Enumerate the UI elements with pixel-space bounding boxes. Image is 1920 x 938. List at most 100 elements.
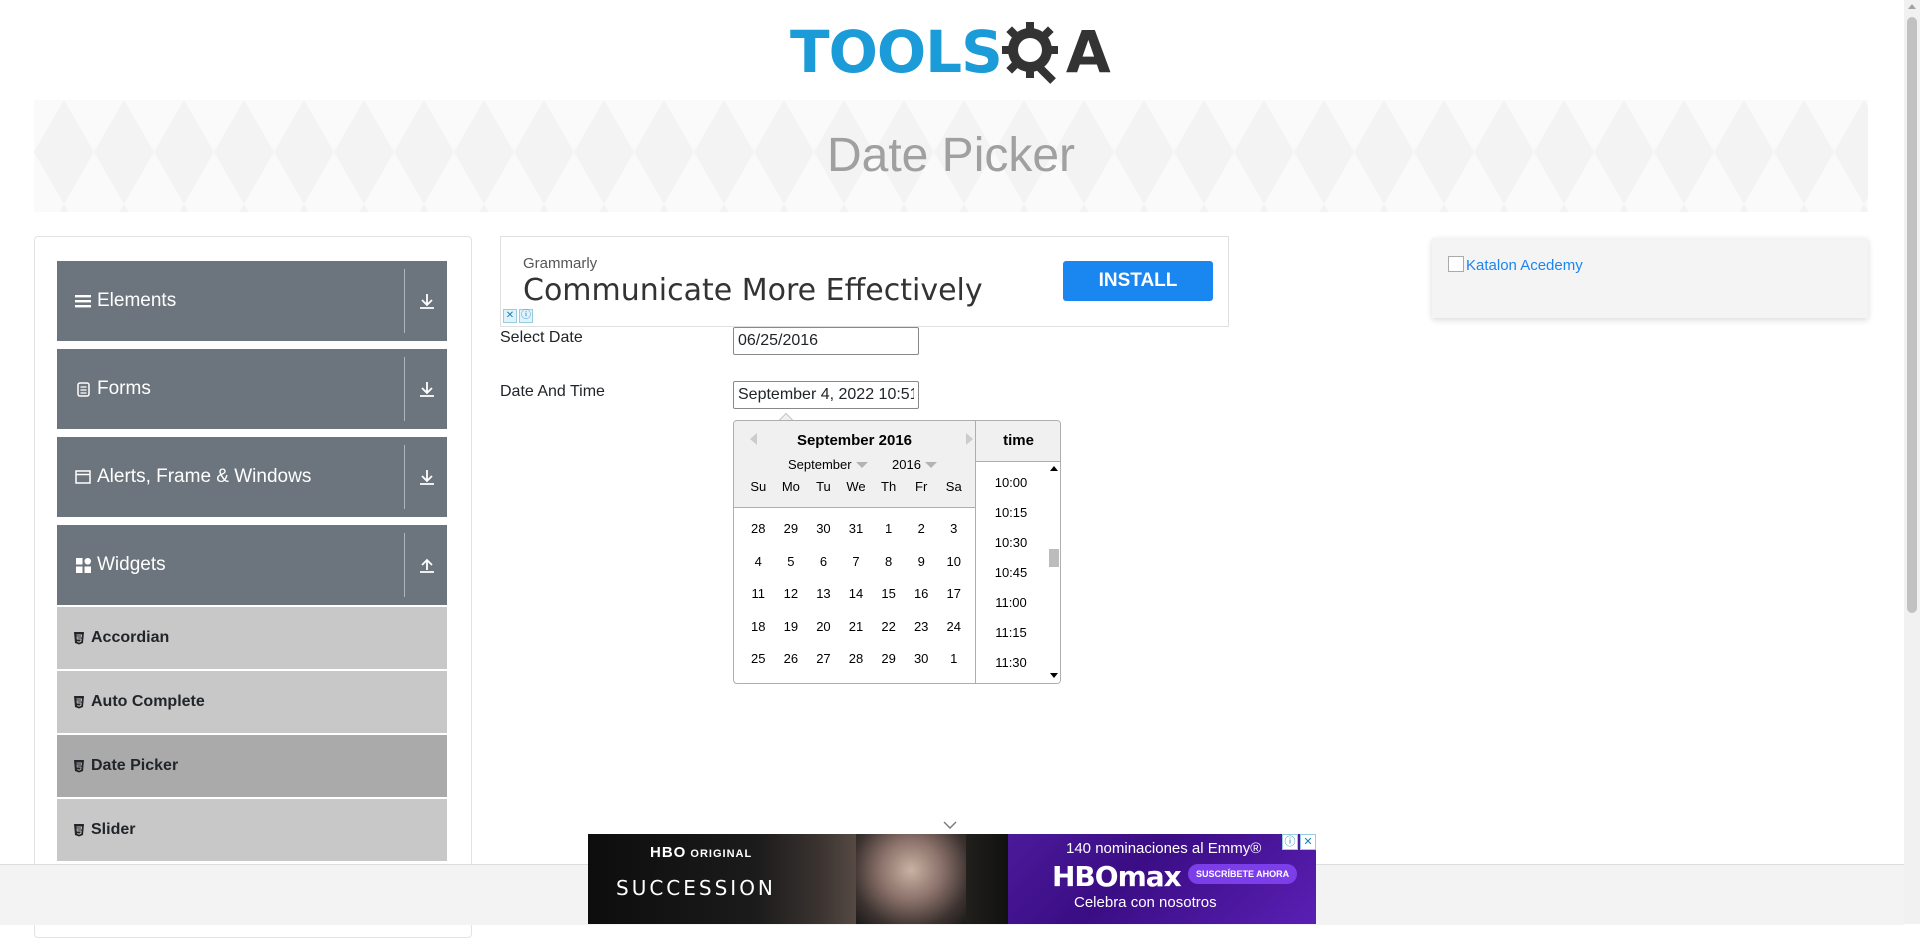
chevron-down-icon [855,462,868,468]
time-option[interactable]: 10:45 [976,565,1046,580]
scroll-up-icon[interactable] [1050,466,1058,471]
time-option[interactable]: 11:15 [976,625,1046,640]
calendar-day[interactable]: 8 [872,554,905,569]
calendar-day[interactable]: 26 [775,651,808,666]
calendar-day[interactable]: 1 [937,651,970,666]
download-arrow-icon[interactable] [415,289,439,313]
date-time-picker-popup: September 2016 September 2016 Su Mo Tu W… [733,420,1061,684]
logo-a-text: A [1065,18,1111,86]
sidebar: Elements Forms Alerts, Frame & Windows W… [34,236,472,938]
logo-qa: A [1001,18,1111,86]
ad-succession-panel: HBO ORIGINAL SUCCESSION [588,834,1008,924]
day-name: Fr [915,479,928,494]
katalon-ad-alt: Katalon Acedemy [1466,257,1583,274]
sidebar-group-alerts[interactable]: Alerts, Frame & Windows [57,437,447,517]
widgets-icon [75,557,91,573]
month-select-value: September [788,457,852,472]
download-arrow-icon[interactable] [415,465,439,489]
calendar-day[interactable]: 21 [840,619,873,634]
calendar-day[interactable]: 28 [742,521,775,536]
select-date-input[interactable] [733,327,919,355]
calendar-day[interactable]: 29 [775,521,808,536]
ad-close-icon[interactable]: ✕ [503,309,517,323]
katalon-ad: Katalon Acedemy [1432,238,1868,318]
calendar-day[interactable]: 5 [775,554,808,569]
next-month-icon[interactable] [966,433,973,445]
calendar-day[interactable]: 29 [872,651,905,666]
sidebar-item-slider[interactable]: Slider [57,799,447,863]
calendar-day[interactable]: 13 [807,586,840,601]
day-name: Tu [816,479,831,494]
install-button[interactable]: INSTALL [1063,261,1213,301]
calendar-day[interactable]: 23 [905,619,938,634]
time-option[interactable]: 10:00 [976,475,1046,490]
calendar-day[interactable]: 25 [742,651,775,666]
sidebar-item-date-picker[interactable]: Date Picker [57,735,447,799]
ad-close-icon[interactable]: ✕ [1300,834,1316,850]
hbo-max-ad[interactable]: HBO ORIGINAL SUCCESSION 140 nominaciones… [588,834,1316,924]
grammarly-ad[interactable]: Grammarly Communicate More Effectively I… [500,236,1229,327]
sidebar-group-widgets[interactable]: Widgets [57,525,447,605]
calendar-day[interactable]: 1 [872,521,905,536]
calendar-day[interactable]: 30 [807,521,840,536]
calendar-day[interactable]: 4 [742,554,775,569]
calendar-day[interactable]: 3 [937,521,970,536]
sidebar-item-accordian[interactable]: Accordian [57,607,447,671]
calendar-day[interactable]: 20 [807,619,840,634]
time-list: time 10:00 10:15 10:30 10:45 11:00 11:15… [975,421,1060,683]
group-divider [404,357,405,421]
calendar-day[interactable]: 10 [937,554,970,569]
download-arrow-icon[interactable] [415,377,439,401]
html5-icon [73,631,85,645]
calendar-day[interactable]: 24 [937,619,970,634]
calendar-day[interactable]: 16 [905,586,938,601]
ad-info-icon[interactable]: ⓘ [1282,834,1298,850]
scroll-thumb[interactable] [1049,549,1059,567]
calendar-day[interactable]: 19 [775,619,808,634]
scroll-up-icon[interactable] [1908,4,1916,9]
page-banner: Date Picker [34,100,1868,212]
calendar-day[interactable]: 17 [937,586,970,601]
date-time-input[interactable] [733,381,919,409]
time-option[interactable]: 11:30 [976,655,1046,670]
calendar-day[interactable]: 28 [840,651,873,666]
calendar-day[interactable]: 9 [905,554,938,569]
time-option[interactable]: 10:15 [976,505,1046,520]
subscribe-button[interactable]: SUSCRÍBETE AHORA [1188,864,1298,884]
sidebar-group-forms[interactable]: Forms [57,349,447,429]
calendar-day[interactable]: 7 [840,554,873,569]
calendar-day[interactable]: 22 [872,619,905,634]
day-name: Mo [781,479,800,494]
time-scrollbar[interactable] [1047,462,1060,683]
hbo-brand: HBO [650,844,687,861]
calendar-day[interactable]: 6 [807,554,840,569]
calendar-day[interactable]: 14 [840,586,873,601]
year-select-value: 2016 [892,457,921,472]
calendar-day[interactable]: 18 [742,619,775,634]
calendar-day[interactable]: 27 [807,651,840,666]
ad-info-icon[interactable]: ⓘ [519,309,533,323]
calendar-day[interactable]: 2 [905,521,938,536]
time-option[interactable]: 10:30 [976,535,1046,550]
calendar-day[interactable]: 30 [905,651,938,666]
time-option[interactable]: 11:00 [976,595,1046,610]
toolsqa-logo[interactable]: TOOLS A [790,14,1111,90]
month-select[interactable]: September [788,457,868,472]
scroll-down-icon[interactable] [1050,673,1058,678]
sidebar-item-auto-complete[interactable]: Auto Complete [57,671,447,735]
calendar-day[interactable]: 11 [742,586,775,601]
date-time-label: Date And Time [500,383,605,400]
calendar: September 2016 September 2016 Su Mo Tu W… [734,421,975,683]
scroll-thumb[interactable] [1907,17,1917,613]
year-select[interactable]: 2016 [892,457,937,472]
picker-pointer [779,413,793,420]
calendar-day[interactable]: 15 [872,586,905,601]
katalon-ad-link[interactable]: Katalon Acedemy [1448,256,1583,274]
page-scrollbar[interactable] [1904,0,1920,924]
calendar-day[interactable]: 31 [840,521,873,536]
upload-arrow-icon[interactable] [415,553,439,577]
hbo-original: ORIGINAL [690,848,753,860]
sidebar-group-elements[interactable]: Elements [57,261,447,341]
calendar-day[interactable]: 12 [775,586,808,601]
chevron-down-icon[interactable] [943,820,957,830]
